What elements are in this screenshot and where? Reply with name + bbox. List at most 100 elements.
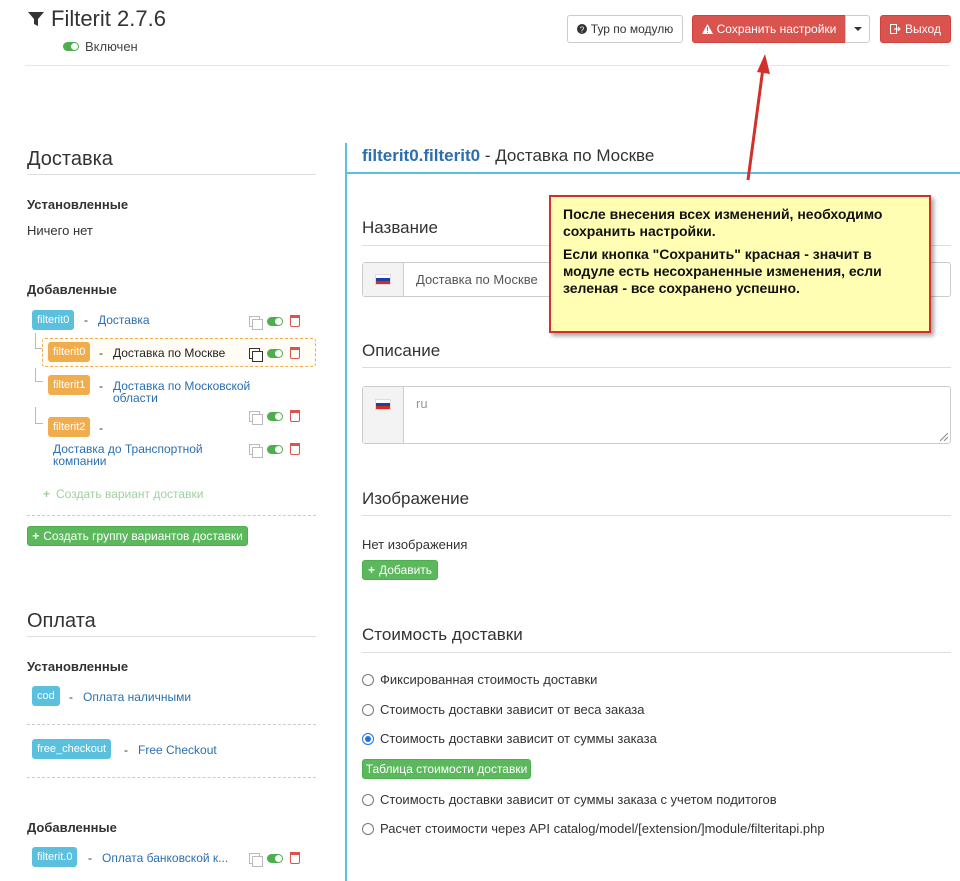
trash-icon[interactable] [290,443,300,455]
cost-option-subtotal[interactable]: Стоимость доставки зависит от суммы зака… [362,792,777,807]
cost-option-fixed[interactable]: Фиксированная стоимость доставки [362,672,597,687]
payment-link[interactable]: Оплата наличными [83,691,191,703]
delivery-item-actions [249,347,300,362]
cost-label: Стоимость доставки [362,625,523,644]
tree-connector [35,407,43,424]
trash-icon[interactable] [290,852,300,864]
radio-button[interactable] [362,822,374,835]
resize-handle-icon[interactable] [940,433,948,441]
copy-icon[interactable] [249,410,263,425]
payment-added-title: Добавленные [27,820,117,835]
cost-option-weight[interactable]: Стоимость доставки зависит от веса заказ… [362,702,644,717]
copy-icon[interactable] [249,443,263,458]
description-textarea[interactable]: ru [404,387,440,443]
toggle-on-icon[interactable] [63,42,79,51]
delivery-item-link[interactable]: Доставка по Москве [113,347,225,359]
add-image-button[interactable]: + Добавить [362,560,438,580]
warning-icon [701,24,713,34]
payment-added-link[interactable]: Оплата банковской к... [102,852,228,864]
create-group-button[interactable]: + Создать группу вариантов доставки [27,526,248,546]
trash-icon[interactable] [290,410,300,422]
cost-divider [362,652,951,653]
toggle-on-icon[interactable] [267,348,283,358]
cost-option-label: Расчет стоимости через API catalog/model… [380,821,825,836]
cost-table-button[interactable]: Таблица стоимости доставки [362,759,531,779]
ru-flag-icon [363,387,404,443]
create-variant-link[interactable]: + Создать вариант доставки [43,487,203,501]
name-input[interactable]: Доставка по Москве [404,263,550,296]
delivery-section-title: Доставка [27,148,113,170]
app-title-text: Filterit 2.7.6 [51,6,166,31]
exit-button-label: Выход [905,22,941,36]
exit-button[interactable]: Выход [880,15,951,43]
payment-link[interactable]: Free Checkout [138,744,217,756]
separator-dash: - [99,346,103,360]
toggle-on-icon[interactable] [267,444,283,454]
delivery-installed-empty: Ничего нет [27,223,93,238]
module-status: Включен [63,39,138,54]
delivery-item-link[interactable]: Доставка по Московской области [113,380,253,404]
copy-icon[interactable] [249,852,263,867]
panel-header-divider [347,172,960,174]
tree-connector [35,368,43,382]
cost-option-api[interactable]: Расчет стоимости через API catalog/model… [362,821,825,836]
separator-dash: - [88,851,92,865]
separator-dash: - [69,690,73,704]
panel-item-title: - Доставка по Москве [480,146,655,165]
payment-added-tag[interactable]: filterit.0 [32,847,78,867]
delivery-item-tag[interactable]: filterit1 [48,375,91,395]
cost-option-sum[interactable]: Стоимость доставки зависит от суммы зака… [362,731,657,746]
delivery-item-tag[interactable]: filterit0 [48,342,91,362]
plus-icon: + [43,487,51,501]
radio-button-checked[interactable] [362,732,374,745]
cost-option-label: Стоимость доставки зависит от веса заказ… [380,702,645,717]
delivery-added-title: Добавленные [27,282,117,297]
delivery-group-tag[interactable]: filterit0 [32,310,75,330]
dashed-divider [27,515,316,516]
panel-border [345,143,347,881]
dashed-divider [27,777,316,778]
filter-icon [28,12,44,26]
radio-button[interactable] [362,673,374,686]
callout-line-2: Если кнопка "Сохранить" красная - значит… [563,246,882,296]
save-settings-button[interactable]: Сохранить настройки [692,15,846,43]
delivery-group-actions [249,315,300,330]
copy-icon[interactable] [249,315,263,330]
payment-tag[interactable]: cod [32,686,60,706]
tour-button[interactable]: ? Тур по модулю [567,15,683,43]
name-label: Название [362,218,438,237]
trash-icon[interactable] [290,315,300,327]
payment-tag[interactable]: free_checkout [32,739,112,759]
toggle-on-icon[interactable] [267,853,283,863]
header-divider [25,65,950,66]
description-field[interactable]: ru [362,386,951,444]
cost-option-label: Стоимость доставки зависит от суммы зака… [380,731,657,746]
cost-table-label: Таблица стоимости доставки [365,762,528,776]
arrow-annotation [746,54,770,181]
delivery-installed-title: Установленные [27,197,129,212]
copy-icon[interactable] [249,347,263,362]
delivery-item-link[interactable]: Доставка до Транспортной компании [53,443,218,467]
radio-button[interactable] [362,703,374,716]
ru-flag-icon [363,263,404,296]
plus-icon: + [367,563,375,577]
cost-option-label: Фиксированная стоимость доставки [380,672,598,687]
trash-icon[interactable] [290,347,300,359]
save-settings-label: Сохранить настройки [716,22,837,36]
svg-text:?: ? [580,26,585,35]
delivery-item-tag[interactable]: filterit2 [48,417,91,437]
toggle-on-icon[interactable] [267,411,283,421]
module-status-label: Включен [85,39,138,54]
delivery-group-link[interactable]: Доставка [98,314,150,326]
radio-button[interactable] [362,793,374,806]
toggle-on-icon[interactable] [267,316,283,326]
description-divider [362,367,951,368]
save-options-dropdown[interactable] [845,15,870,43]
separator-dash: - [99,421,103,435]
separator-dash: - [84,313,88,327]
payment-added-actions [249,852,300,867]
image-label: Изображение [362,489,470,508]
payment-section-title: Оплата [27,610,96,632]
cost-option-label: Стоимость доставки зависит от суммы зака… [380,792,777,807]
create-group-label: Создать группу вариантов доставки [43,529,243,543]
